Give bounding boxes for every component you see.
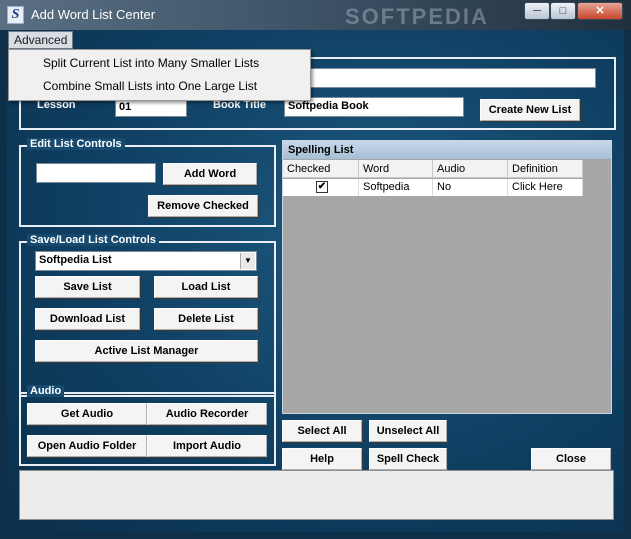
spelling-list-title: Spelling List [283, 141, 611, 159]
download-list-button[interactable]: Download List [35, 308, 140, 330]
row-checkbox[interactable]: ✔ [316, 181, 328, 193]
select-all-button[interactable]: Select All [282, 420, 362, 442]
maximize-button[interactable]: □ [550, 2, 576, 20]
client-area: Advanced Split Current List into Many Sm… [7, 30, 624, 532]
close-button[interactable]: Close [531, 448, 611, 470]
active-list-manager-button[interactable]: Active List Manager [35, 340, 258, 362]
list-name-input[interactable] [306, 68, 596, 88]
spell-check-button[interactable]: Spell Check [369, 448, 447, 470]
save-load-controls-panel: Save/Load List Controls Softpedia List ▼… [19, 234, 276, 397]
cell-word[interactable]: Softpedia [359, 179, 433, 196]
app-icon[interactable]: S [7, 6, 24, 24]
save-list-button[interactable]: Save List [35, 276, 140, 298]
column-header-audio[interactable]: Audio [433, 160, 508, 178]
add-word-button[interactable]: Add Word [163, 163, 257, 185]
word-input[interactable] [36, 163, 156, 183]
book-title-input[interactable]: Softpedia Book [284, 97, 464, 117]
create-new-list-button[interactable]: Create New List [480, 99, 580, 121]
column-header-definition[interactable]: Definition [508, 160, 583, 178]
close-window-button[interactable]: ✕ [577, 2, 623, 20]
delete-list-button[interactable]: Delete List [154, 308, 258, 330]
get-audio-button[interactable]: Get Audio [27, 403, 147, 425]
window-title: Add Word List Center [31, 7, 156, 22]
load-list-button[interactable]: Load List [154, 276, 258, 298]
unselect-all-button[interactable]: Unselect All [369, 420, 447, 442]
column-header-checked[interactable]: Checked [283, 160, 359, 178]
cell-checked[interactable]: ✔ [283, 179, 359, 196]
save-load-controls-title: Save/Load List Controls [27, 234, 159, 246]
remove-checked-button[interactable]: Remove Checked [148, 195, 258, 217]
import-audio-button[interactable]: Import Audio [147, 435, 267, 457]
menu-advanced[interactable]: Advanced [8, 31, 74, 49]
menu-item-split-list[interactable]: Split Current List into Many Smaller Lis… [11, 52, 308, 74]
chevron-down-icon[interactable]: ▼ [240, 253, 255, 269]
audio-recorder-button[interactable]: Audio Recorder [147, 403, 267, 425]
app-window: S Add Word List Center SOFTPEDIA ─ □ ✕ A… [0, 0, 631, 539]
open-audio-folder-button[interactable]: Open Audio Folder [27, 435, 147, 457]
edit-list-controls-panel: Edit List Controls Add Word Remove Check… [19, 138, 276, 227]
list-select-value: Softpedia List [39, 254, 112, 266]
list-select-dropdown[interactable]: Softpedia List ▼ [35, 251, 257, 271]
advanced-dropdown-menu: Split Current List into Many Smaller Lis… [8, 49, 311, 101]
watermark: SOFTPEDIA [345, 4, 489, 29]
spelling-list-panel: Spelling List Checked Word Audio Definit… [282, 140, 612, 414]
edit-list-controls-title: Edit List Controls [27, 138, 125, 150]
help-button[interactable]: Help [282, 448, 362, 470]
title-bar[interactable]: S Add Word List Center SOFTPEDIA ─ □ ✕ [0, 0, 631, 30]
minimize-button[interactable]: ─ [524, 2, 550, 20]
cell-definition[interactable]: Click Here [508, 179, 583, 196]
column-header-word[interactable]: Word [359, 160, 433, 178]
menu-item-combine-lists[interactable]: Combine Small Lists into One Large List [11, 75, 308, 97]
cell-audio[interactable]: No [433, 179, 508, 196]
audio-panel: Audio Get Audio Audio Recorder Open Audi… [19, 385, 276, 466]
audio-title: Audio [27, 385, 65, 397]
status-panel [19, 470, 614, 520]
